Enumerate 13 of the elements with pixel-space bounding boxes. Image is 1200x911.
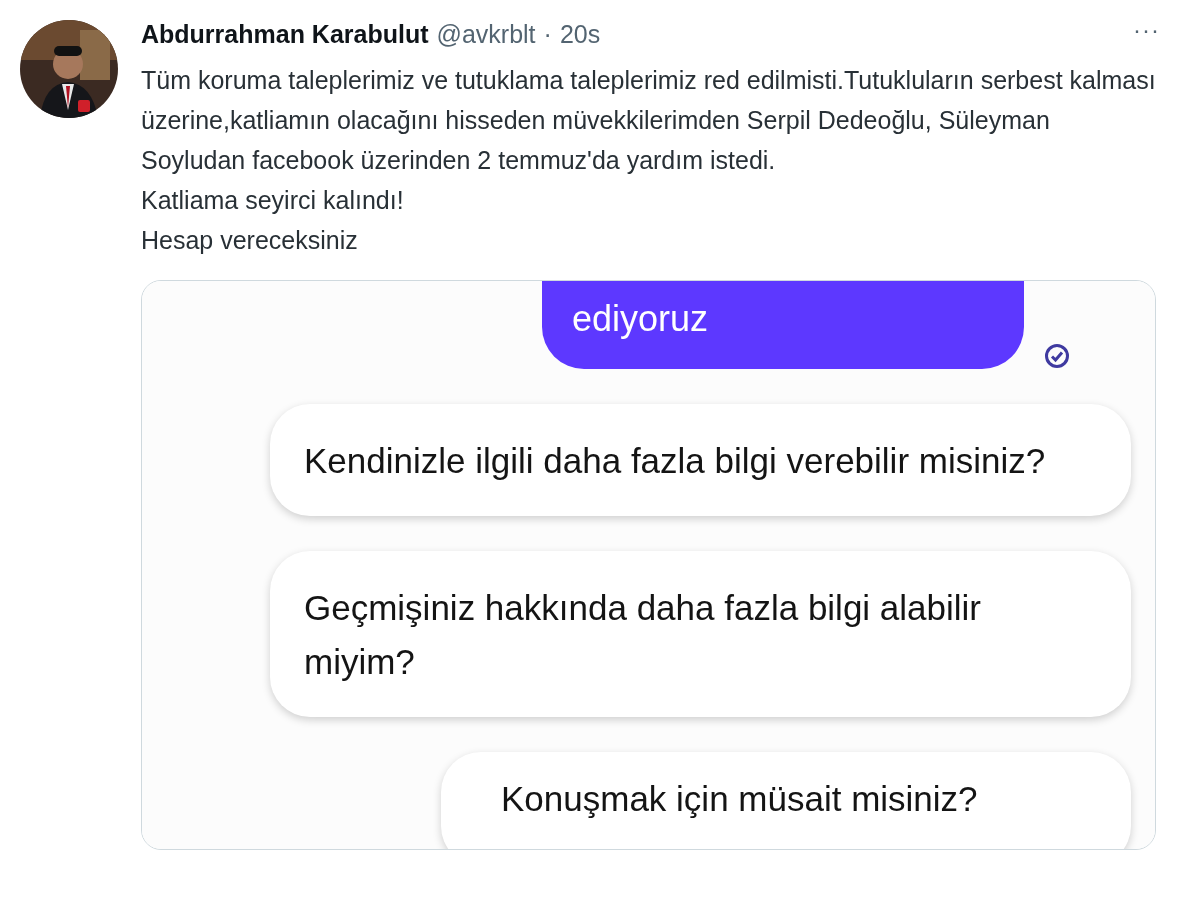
separator: ·: [543, 20, 552, 49]
more-button[interactable]: ···: [1133, 16, 1160, 44]
tweet-time[interactable]: 20s: [559, 20, 601, 49]
tweet-text: Hesap vereceksiniz: [141, 225, 359, 256]
author-handle[interactable]: @avkrblt: [436, 20, 536, 49]
sent-message: ediyoruz: [542, 281, 1024, 369]
received-message: Konuşmak için müsait misiniz?: [441, 752, 1131, 849]
tweet-text: Katliama seyirci kalındı!: [141, 185, 405, 216]
received-message: Geçmişiniz hakkında daha fazla bilgi alabilir miyim?: [270, 551, 1131, 717]
author-name[interactable]: Abdurrahman Karabulut: [141, 20, 429, 49]
tweet-text: Tüm koruma taleplerimiz ve tutuklama taleplerimiz red edilmisti.Tutukluların serbest kalması üzerine,katliamın olacağını hisseden müvekkilerimden Serpil Dedeoğlu, Süleyman Soyludan facebook üzerinden 2 temmuz'da yardım istedi.: [141, 65, 1157, 176]
check-circle-icon: [1044, 343, 1070, 369]
received-message: Kendinizle ilgili daha fazla bilgi verebilir misiniz?: [270, 404, 1131, 516]
